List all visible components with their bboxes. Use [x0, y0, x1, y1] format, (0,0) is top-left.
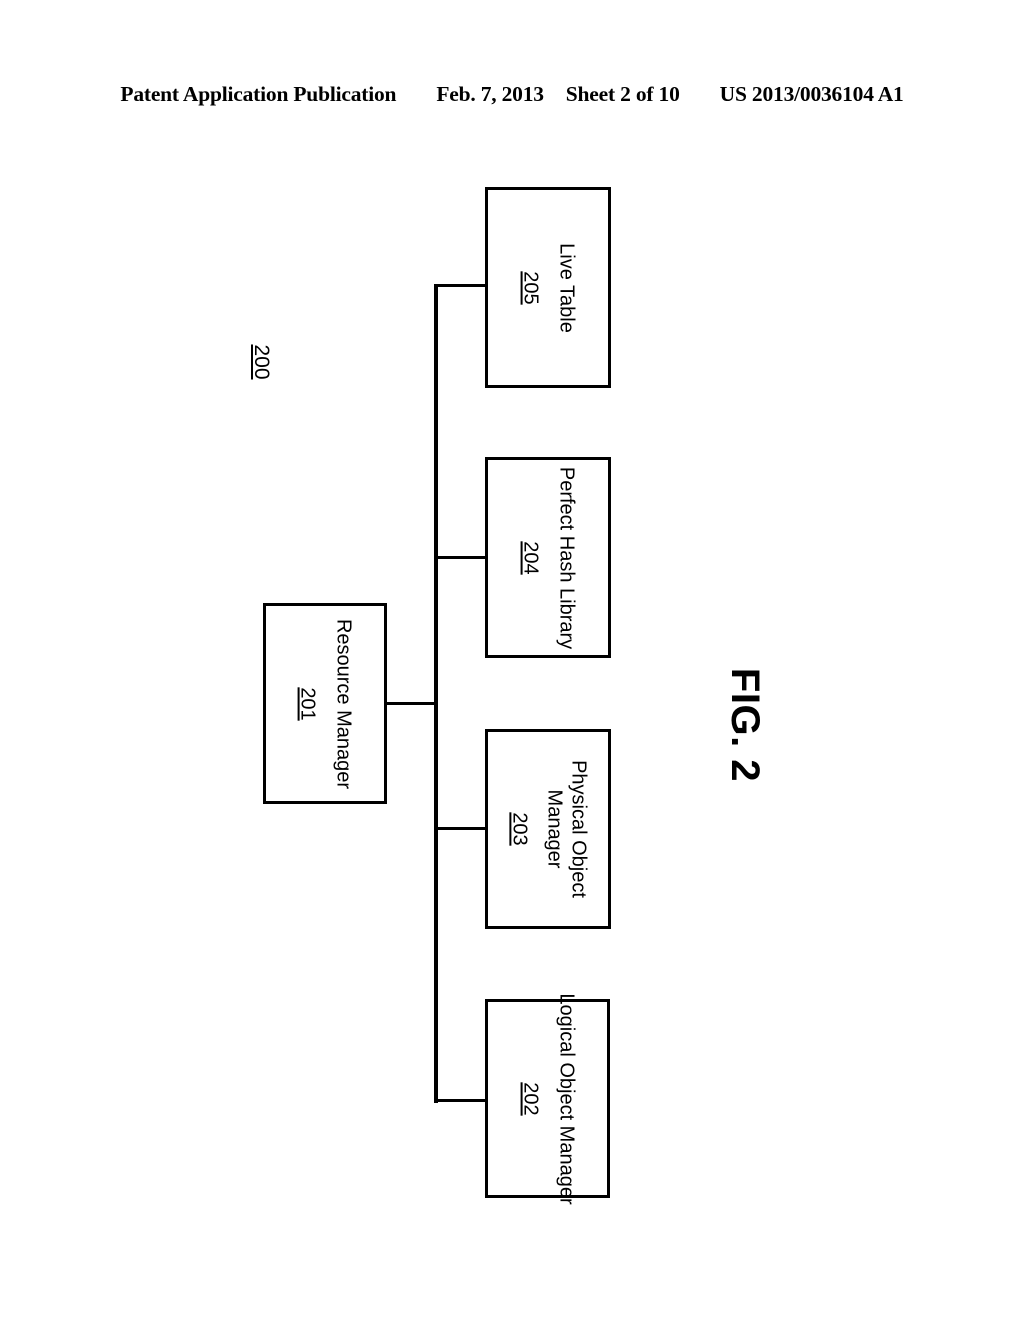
- node-resource-manager-content: Resource Manager 201: [295, 618, 355, 789]
- node-live-table[interactable]: Live Table 205: [485, 187, 611, 388]
- node-resource-manager-label: Resource Manager: [332, 618, 355, 789]
- node-logical-object-manager-content: Logical Object Manager 202: [518, 992, 578, 1205]
- node-logical-object-manager[interactable]: Logical Object Manager 202: [485, 993, 610, 1204]
- node-live-table-content: Live Table 205: [518, 242, 578, 333]
- connector-trunk-vertical: [434, 285, 438, 1103]
- figure-title: FIG. 2: [723, 667, 767, 783]
- node-physical-object-manager-ref: 203: [508, 812, 531, 846]
- node-perfect-hash-library-content: Perfect Hash Library 204: [518, 466, 578, 649]
- node-physical-object-manager-label-line1: Physical Object: [567, 760, 590, 898]
- connector-branch-logical-object-manager: [434, 1099, 487, 1102]
- header-sheet-label: Sheet 2 of 10: [565, 82, 680, 106]
- node-logical-object-manager-label: Logical Object Manager: [555, 992, 578, 1205]
- node-perfect-hash-library-label: Perfect Hash Library: [555, 466, 578, 649]
- node-resource-manager[interactable]: Resource Manager 201: [263, 603, 387, 804]
- header-patent-number-label: US 2013/0036104 A1: [719, 82, 904, 106]
- node-live-table-ref: 205: [520, 270, 542, 305]
- connector-root-stub: [385, 702, 437, 705]
- page-header: Patent Application Publication Feb. 7, 2…: [0, 82, 1024, 116]
- node-perfect-hash-library-ref: 204: [520, 540, 542, 575]
- node-physical-object-manager-label-line2: Manager: [543, 789, 566, 869]
- connector-branch-physical-object-manager: [434, 827, 487, 830]
- node-physical-object-manager-content: Physical Object Manager 203: [507, 760, 590, 898]
- header-publication-label: Patent Application Publication: [120, 82, 397, 106]
- node-logical-object-manager-ref: 202: [519, 1081, 542, 1116]
- diagram-reference-200: 200: [250, 344, 273, 380]
- node-live-table-label: Live Table: [555, 242, 578, 333]
- header-date-label: Feb. 7, 2013: [436, 82, 544, 106]
- connector-branch-perfect-hash-library: [434, 556, 487, 559]
- connector-branch-live-table: [434, 284, 487, 287]
- node-physical-object-manager[interactable]: Physical Object Manager 203: [485, 729, 611, 929]
- patent-figure-page: Patent Application Publication Feb. 7, 2…: [0, 0, 1024, 1320]
- node-perfect-hash-library[interactable]: Perfect Hash Library 204: [485, 457, 611, 658]
- node-resource-manager-ref: 201: [297, 686, 319, 721]
